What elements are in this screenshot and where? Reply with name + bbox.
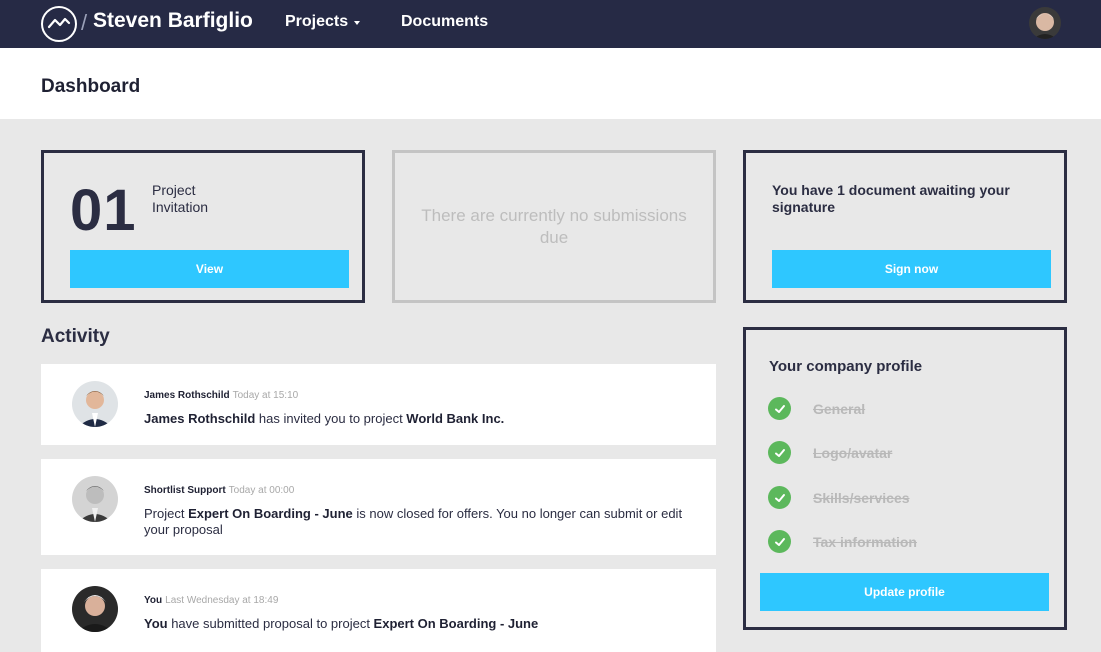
profile-item-skills[interactable]: Skills/services bbox=[768, 486, 910, 509]
check-icon bbox=[768, 530, 791, 553]
activity-message: Project Expert On Boarding - June is now… bbox=[144, 506, 694, 538]
invitation-card: 01 Project Invitation View bbox=[41, 150, 365, 303]
profile-item-label: Logo/avatar bbox=[813, 444, 893, 461]
activity-text: has invited you to project bbox=[255, 411, 407, 426]
update-profile-button[interactable]: Update profile bbox=[760, 573, 1049, 611]
sign-now-button[interactable]: Sign now bbox=[772, 250, 1051, 288]
signature-card: You have 1 document awaiting your signat… bbox=[743, 150, 1067, 303]
check-icon bbox=[768, 486, 791, 509]
nav-projects-label: Projects bbox=[285, 13, 349, 30]
activity-highlight: Expert On Boarding - June bbox=[188, 506, 353, 521]
avatar bbox=[72, 476, 118, 522]
profile-item-general[interactable]: General bbox=[768, 397, 865, 420]
check-icon bbox=[768, 441, 791, 464]
page-header: Dashboard bbox=[0, 48, 1101, 119]
logo-icon[interactable] bbox=[41, 6, 77, 42]
activity-item: Shortlist Support Today at 00:00 Project … bbox=[41, 459, 716, 555]
activity-item: James Rothschild Today at 15:10 James Rot… bbox=[41, 364, 716, 445]
avatar bbox=[72, 381, 118, 427]
activity-meta: James Rothschild Today at 15:10 bbox=[144, 390, 298, 401]
company-profile-card: Your company profile General Logo/avatar… bbox=[743, 327, 1067, 630]
activity-text: Project bbox=[144, 506, 189, 521]
no-submissions-text: There are currently no submissions due bbox=[421, 206, 687, 247]
activity-message: You have submitted proposal to project E… bbox=[144, 616, 694, 632]
activity-author: Shortlist Support bbox=[144, 485, 226, 496]
activity-time: Today at 15:10 bbox=[232, 390, 299, 401]
activity-text: have submitted proposal to project bbox=[167, 616, 374, 631]
page-title: Dashboard bbox=[41, 76, 141, 97]
activity-highlight: World Bank Inc. bbox=[406, 411, 505, 426]
activity-meta: You Last Wednesday at 18:49 bbox=[144, 595, 278, 606]
profile-title: Your company profile bbox=[769, 358, 923, 375]
top-navbar: / Steven Barfiglio Projects Documents bbox=[0, 0, 1101, 48]
activity-highlight: Expert On Boarding - June bbox=[373, 616, 539, 631]
activity-time: Today at 00:00 bbox=[228, 485, 295, 496]
invitation-count: 01 bbox=[70, 178, 137, 243]
nav-documents[interactable]: Documents bbox=[401, 13, 488, 31]
breadcrumb-separator: / bbox=[81, 10, 88, 35]
activity-item: You Last Wednesday at 18:49 You have subm… bbox=[41, 569, 716, 652]
nav-projects[interactable]: Projects bbox=[285, 13, 361, 31]
profile-item-label: Skills/services bbox=[813, 489, 910, 506]
activity-author: James Rothschild bbox=[144, 390, 230, 401]
activity-author: You bbox=[144, 595, 163, 606]
profile-item-label: General bbox=[813, 400, 866, 417]
user-avatar[interactable] bbox=[1029, 7, 1061, 39]
submissions-card: There are currently no submissions due bbox=[392, 150, 716, 303]
profile-item-label: Tax information bbox=[813, 533, 917, 550]
check-icon bbox=[768, 397, 791, 420]
profile-item-logo[interactable]: Logo/avatar bbox=[768, 441, 892, 464]
activity-highlight: You bbox=[144, 616, 168, 631]
activity-meta: Shortlist Support Today at 00:00 bbox=[144, 485, 294, 496]
signature-message: You have 1 document awaiting your signat… bbox=[772, 182, 1010, 215]
activity-time: Last Wednesday at 18:49 bbox=[165, 595, 279, 606]
activity-message: James Rothschild has invited you to proj… bbox=[144, 411, 694, 427]
invitation-label: Project Invitation bbox=[152, 182, 209, 215]
avatar bbox=[72, 586, 118, 632]
caret-down-icon bbox=[354, 21, 361, 25]
profile-item-tax[interactable]: Tax information bbox=[768, 530, 917, 553]
view-button[interactable]: View bbox=[70, 250, 349, 288]
activity-highlight: James Rothschild bbox=[144, 411, 256, 426]
activity-title: Activity bbox=[41, 326, 110, 347]
account-name[interactable]: Steven Barfiglio bbox=[93, 9, 253, 33]
